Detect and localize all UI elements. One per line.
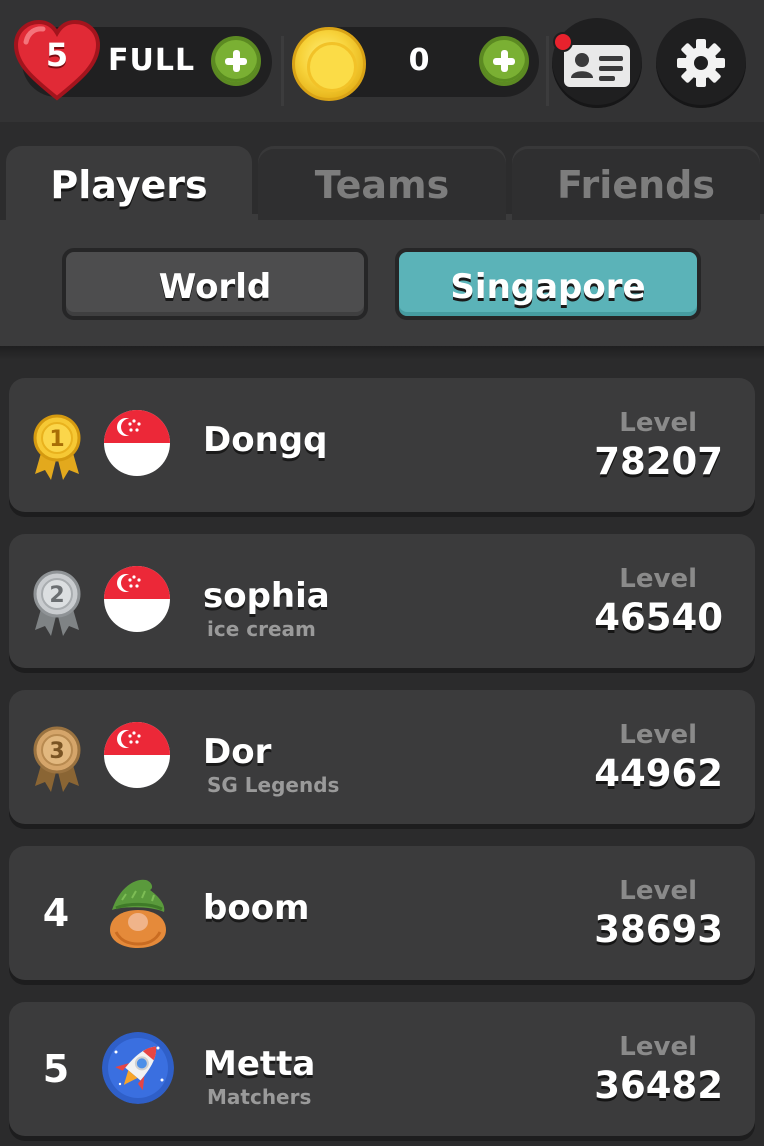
leaderboard-row[interactable]: 2 sophia ice cream Level 46540 <box>9 534 755 668</box>
lives-count: 5 <box>45 36 69 74</box>
player-level: 78207 <box>594 440 723 483</box>
add-lives-button[interactable] <box>211 36 261 86</box>
settings-button[interactable] <box>656 18 746 108</box>
level-label: Level <box>619 876 697 906</box>
rank-number: 4 <box>42 891 70 935</box>
player-name: boom <box>203 888 310 928</box>
level-label: Level <box>619 1032 697 1062</box>
team-name: SG Legends <box>207 773 340 797</box>
coins-count: 0 <box>408 43 430 78</box>
player-name: Dongq <box>203 420 328 460</box>
tab-teams[interactable]: Teams <box>258 146 506 220</box>
svg-text:3: 3 <box>49 739 64 764</box>
coin-icon <box>292 27 366 101</box>
silver-medal-icon: 2 <box>33 570 81 636</box>
player-level: 36482 <box>594 1064 723 1107</box>
level-label: Level <box>619 408 697 438</box>
gold-medal-icon: 1 <box>33 414 81 480</box>
gnome-avatar-icon <box>110 879 166 948</box>
region-singapore-button[interactable]: Singapore <box>395 248 701 320</box>
rocket-avatar-icon <box>102 1032 174 1104</box>
leaderboard-row[interactable]: 3 Dor SG Legends Level 44962 <box>9 690 755 824</box>
tab-friends[interactable]: Friends <box>512 146 760 220</box>
rank-number: 5 <box>42 1047 70 1091</box>
player-name: Metta <box>203 1044 316 1084</box>
leaderboard-row[interactable]: 5 Metta Matchers Level 36482 <box>9 1002 755 1136</box>
player-name: sophia <box>203 576 330 616</box>
team-name: Matchers <box>207 1085 312 1109</box>
singapore-flag-icon <box>104 566 170 632</box>
gear-icon <box>677 39 725 87</box>
divider <box>281 36 284 106</box>
svg-text:2: 2 <box>49 583 64 608</box>
player-level: 44962 <box>594 752 723 795</box>
leaderboard-row[interactable]: 4 boom Level 38693 <box>9 846 755 980</box>
svg-text:1: 1 <box>49 427 64 452</box>
divider <box>546 36 549 106</box>
player-name: Dor <box>203 732 272 772</box>
leaderboard-row[interactable]: 1 Dongq Level 78207 <box>9 378 755 512</box>
level-label: Level <box>619 564 697 594</box>
team-name: ice cream <box>207 617 316 641</box>
bronze-medal-icon: 3 <box>33 726 81 792</box>
region-world-button[interactable]: World <box>62 248 368 320</box>
panel-shadow <box>0 346 764 360</box>
player-level: 46540 <box>594 596 723 639</box>
tab-players[interactable]: Players <box>6 146 252 220</box>
singapore-flag-icon <box>104 410 170 476</box>
level-label: Level <box>619 720 697 750</box>
lives-status: FULL <box>108 43 196 78</box>
add-coins-button[interactable] <box>479 36 529 86</box>
player-level: 38693 <box>594 908 723 951</box>
singapore-flag-icon <box>104 722 170 788</box>
notification-dot <box>553 32 573 52</box>
